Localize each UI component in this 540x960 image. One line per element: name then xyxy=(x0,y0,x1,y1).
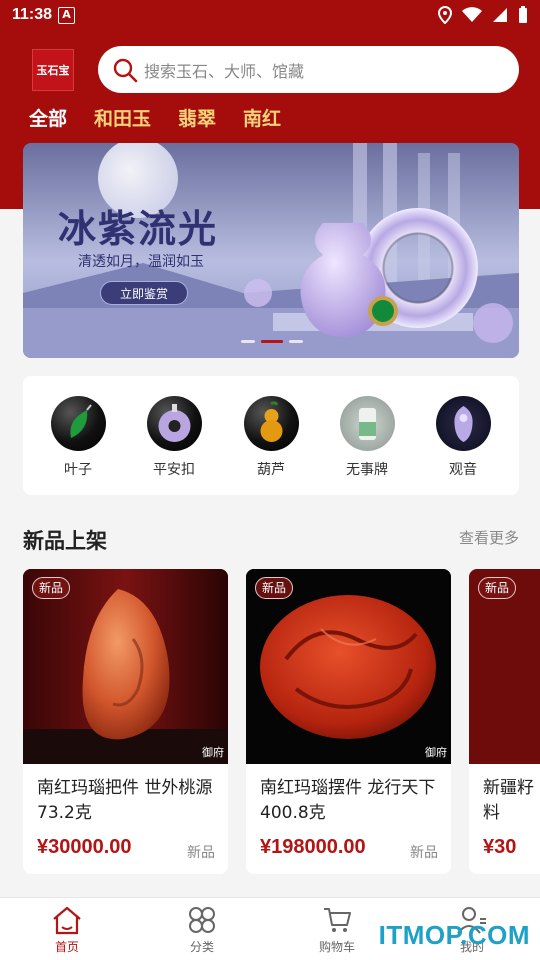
plaque-icon xyxy=(339,396,395,451)
quick-category-label: 平安扣 xyxy=(153,462,195,478)
product-card[interactable]: 新品 御府 南红玛瑙把件 世外桃源 73.2克 ¥30000.00 新品 xyxy=(23,569,228,874)
search-bar[interactable]: 搜索玉石、大师、馆藏 xyxy=(98,46,519,93)
carousel-indicator xyxy=(241,340,303,343)
product-price: ¥30 xyxy=(483,836,517,858)
banner-title: 冰紫流光 xyxy=(58,206,219,251)
tab-southern-red[interactable]: 南红 xyxy=(243,104,281,131)
category-icon xyxy=(162,904,242,936)
quick-category-guanyin[interactable]: 观音 xyxy=(423,396,503,479)
quick-category-label: 观音 xyxy=(449,462,477,478)
quick-category-card: 叶子 平安扣 葫芦 无事牌 观音 xyxy=(23,376,519,495)
section-title: 新品上架 xyxy=(23,529,107,553)
carousel-dot xyxy=(289,340,303,343)
quick-category-plaque[interactable]: 无事牌 xyxy=(327,396,407,479)
nav-label: 首页 xyxy=(54,940,79,954)
carousel-dot-active xyxy=(261,340,283,343)
nav-cart[interactable]: 购物车 xyxy=(297,904,377,955)
product-card[interactable]: 新品 新疆籽料 ¥30 xyxy=(469,569,540,874)
status-icons xyxy=(438,6,528,24)
search-icon xyxy=(113,58,138,83)
product-price: ¥198000.00 xyxy=(260,836,366,858)
quick-category-label: 葫芦 xyxy=(257,462,285,478)
banner-cta-button[interactable]: 立即鉴赏 xyxy=(100,281,188,305)
location-icon xyxy=(438,6,452,24)
quick-category-label: 叶子 xyxy=(64,462,92,478)
quick-category-label: 无事牌 xyxy=(346,462,388,478)
brand-watermark: 御府 xyxy=(425,746,447,759)
nav-label: 购物车 xyxy=(318,940,355,954)
quick-category-gourd[interactable]: 葫芦 xyxy=(231,396,311,479)
home-icon xyxy=(27,904,107,936)
category-tabs: 全部 和田玉 翡翠 南红 xyxy=(29,104,281,131)
leaf-pendant-icon xyxy=(50,396,106,451)
quick-category-leaf[interactable]: 叶子 xyxy=(38,396,118,479)
guanyin-icon xyxy=(435,396,491,451)
new-badge: 新品 xyxy=(32,577,71,599)
site-watermark: ITMOP.COM xyxy=(378,920,530,950)
nav-category[interactable]: 分类 xyxy=(162,904,242,955)
gourd-icon xyxy=(243,396,299,451)
brand-watermark: 御府 xyxy=(202,746,224,759)
new-badge: 新品 xyxy=(478,577,517,599)
product-image: 新品 御府 xyxy=(246,569,451,764)
search-input[interactable]: 搜索玉石、大师、馆藏 xyxy=(144,58,304,82)
tab-jadeite[interactable]: 翡翠 xyxy=(178,104,216,131)
product-price: ¥30000.00 xyxy=(37,836,132,858)
banner-subtitle: 清透如月，温润如玉 xyxy=(78,254,204,270)
quick-category-safety-buckle[interactable]: 平安扣 xyxy=(134,396,214,479)
tab-hetian-jade[interactable]: 和田玉 xyxy=(94,104,151,131)
product-card[interactable]: 新品 御府 南红玛瑙摆件 龙行天下 400.8克 ¥198000.00 新品 xyxy=(246,569,451,874)
status-bar: 11:38 A xyxy=(0,0,540,34)
product-image: 新品 御府 xyxy=(23,569,228,764)
safety-buckle-icon xyxy=(146,396,202,451)
new-badge: 新品 xyxy=(255,577,294,599)
nav-home[interactable]: 首页 xyxy=(27,904,107,955)
product-name: 新疆籽料 xyxy=(483,778,534,823)
status-time: 11:38 xyxy=(12,6,53,23)
wifi-icon xyxy=(462,7,482,22)
carousel-dot xyxy=(241,340,255,343)
signal-icon xyxy=(493,8,507,22)
product-carousel: 新品 御府 南红玛瑙把件 世外桃源 73.2克 ¥30000.00 新品 新品 … xyxy=(23,569,540,874)
promo-banner[interactable]: 冰紫流光 清透如月，温润如玉 立即鉴赏 xyxy=(23,143,519,358)
see-more-link[interactable]: 查看更多 xyxy=(459,527,519,548)
product-tag: 新品 xyxy=(187,845,215,861)
battery-icon xyxy=(519,6,527,23)
app-logo[interactable]: 玉石宝 xyxy=(32,49,74,91)
cart-icon xyxy=(297,904,377,936)
product-tag: 新品 xyxy=(410,845,438,861)
tab-all[interactable]: 全部 xyxy=(29,104,67,131)
product-name: 南红玛瑙把件 世外桃源 73.2克 xyxy=(37,778,213,823)
app-notification-icon: A xyxy=(58,7,75,24)
product-name: 南红玛瑙摆件 龙行天下 400.8克 xyxy=(260,778,436,823)
nav-label: 分类 xyxy=(189,940,214,954)
